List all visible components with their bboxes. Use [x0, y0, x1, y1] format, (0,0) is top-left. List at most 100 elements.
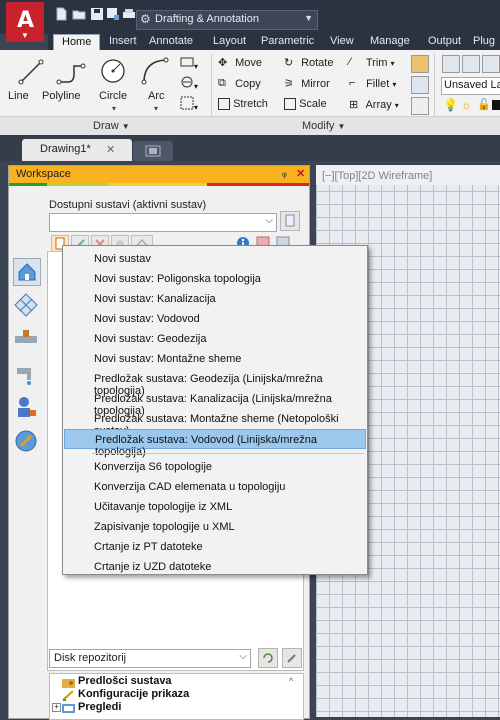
boundary-tool-button[interactable]: ▾ — [180, 96, 208, 114]
erase-icon[interactable] — [411, 55, 429, 73]
menu-item-convert-s6[interactable]: Konverzija S6 topologije — [64, 457, 366, 477]
rectangle-tool-button[interactable]: ▾ — [180, 55, 208, 73]
scroll-up-icon[interactable]: ^ — [289, 676, 293, 686]
close-icon[interactable]: ✕ — [296, 167, 305, 180]
copy-button[interactable]: ⧉ Copy — [218, 77, 261, 91]
menu-item-new-system-polygon[interactable]: Novi sustav: Poligonska topologija — [64, 269, 366, 289]
tab-parametric[interactable]: Parametric — [261, 34, 314, 50]
trim-button[interactable]: ⁄ Trim ▾ — [349, 56, 395, 70]
pipe-valve-icon[interactable] — [13, 326, 39, 352]
menu-item-load-xml[interactable]: Učitavanje topologije iz XML — [64, 497, 366, 517]
polyline-icon[interactable] — [56, 58, 86, 86]
draw-panel-title[interactable]: Draw ▼ — [93, 120, 130, 132]
plot-icon[interactable] — [122, 7, 136, 21]
user-worker-icon[interactable] — [13, 394, 39, 420]
boundary-icon — [180, 96, 194, 110]
fillet-button[interactable]: ⌐ Fillet ▾ — [349, 77, 396, 91]
rotate-button[interactable]: ↻ Rotate — [284, 56, 333, 70]
tab-insert[interactable]: Insert — [109, 34, 137, 50]
tab-layout[interactable]: Layout — [213, 34, 246, 50]
workspace-palette-header[interactable]: Workspace ᵩ ✕ — [9, 166, 309, 183]
arc-icon[interactable] — [140, 56, 170, 86]
polyline-tool-label[interactable]: Polyline — [42, 90, 81, 102]
tab-home[interactable]: Home — [53, 34, 101, 51]
scale-button[interactable]: Scale — [284, 98, 327, 111]
offset-icon[interactable] — [411, 97, 429, 115]
tab-plugins[interactable]: Plug — [473, 34, 495, 50]
arc-tool-label[interactable]: Arc — [148, 90, 165, 102]
tab-drawing1[interactable]: Drawing1* ✕ — [22, 139, 132, 161]
systems-action-button[interactable] — [280, 211, 300, 231]
house-icon[interactable] — [13, 258, 41, 286]
lightbulb-icon[interactable]: 💡 — [443, 98, 458, 112]
hatch-tool-button[interactable]: ▾ — [180, 75, 208, 93]
workspace-switcher[interactable]: ⚙ Drafting & Annotation ▼ — [136, 10, 318, 30]
network-grid-icon[interactable] — [13, 292, 39, 318]
expand-icon[interactable]: + — [52, 703, 61, 712]
chevron-down-icon[interactable]: ▾ — [154, 104, 158, 113]
menu-item-new-system-water[interactable]: Novi sustav: Vodovod — [64, 309, 366, 329]
lock-icon[interactable]: 🔓 — [477, 98, 491, 111]
repository-tree[interactable]: Predlošci sustava Konfiguracije prikaza … — [49, 673, 304, 720]
mirror-button[interactable]: ⚞ Mirror — [284, 77, 330, 91]
open-file-icon[interactable] — [72, 7, 86, 21]
stretch-button[interactable]: Stretch — [218, 98, 268, 111]
menu-item-template-water[interactable]: Predložak sustava: Vodovod (Linijska/mre… — [64, 429, 366, 458]
tree-item-views[interactable]: Pregledi — [78, 701, 121, 713]
save-icon[interactable] — [90, 7, 104, 21]
tree-item-templates[interactable]: Predlošci sustava — [78, 675, 172, 687]
menu-item-template-sewer[interactable]: Predložak sustava: Kanalizacija (Linijsk… — [64, 389, 366, 417]
document-icon — [285, 214, 295, 227]
menu-item-save-xml[interactable]: Zapisivanje topologije u XML — [64, 517, 366, 537]
tree-item-configurations[interactable]: Konfiguracije prikaza — [78, 688, 189, 700]
pin-icon[interactable]: ᵩ — [282, 167, 287, 179]
new-tab-button[interactable] — [133, 141, 173, 161]
repository-combo[interactable]: Disk repozitorij ⌵ — [49, 649, 251, 668]
chevron-down-icon[interactable]: ▾ — [112, 104, 116, 113]
layer-state-combo[interactable]: Unsaved Lay — [441, 77, 500, 95]
menu-item-new-system-geodesy[interactable]: Novi sustav: Geodezija — [64, 329, 366, 349]
move-label: Move — [235, 56, 262, 69]
move-button[interactable]: ✥ Move — [218, 56, 262, 70]
trim-label: Trim — [365, 56, 388, 69]
sun-icon[interactable]: ☼ — [461, 98, 472, 112]
circle-icon[interactable] — [98, 56, 128, 86]
refresh-repository-button[interactable] — [258, 648, 278, 668]
layer-color-swatch[interactable] — [492, 100, 500, 110]
menu-item-template-geodesy[interactable]: Predložak sustava: Geodezija (Linijska/m… — [64, 369, 366, 397]
chevron-down-icon: ⌵ — [239, 651, 247, 662]
layer-properties-icon[interactable] — [442, 55, 460, 73]
close-icon[interactable]: ✕ — [106, 143, 115, 156]
new-file-icon[interactable] — [54, 7, 68, 21]
application-menu-button[interactable]: A ▼ — [6, 2, 44, 42]
tab-view[interactable]: View — [330, 34, 354, 50]
circle-tool-label[interactable]: Circle — [99, 90, 127, 102]
layer-tool-icon[interactable] — [482, 55, 500, 73]
water-tap-icon[interactable] — [13, 360, 39, 386]
menu-item-new-system-sewer[interactable]: Novi sustav: Kanalizacija — [64, 289, 366, 309]
tab-manage[interactable]: Manage — [370, 34, 410, 50]
repository-tools-button[interactable] — [282, 648, 302, 668]
explode-icon[interactable] — [411, 76, 429, 94]
layer-state-icon[interactable] — [462, 55, 480, 73]
chevron-down-icon: ▾ — [390, 58, 395, 68]
tab-annotate[interactable]: Annotate — [149, 34, 193, 50]
globe-tools-icon[interactable] — [13, 428, 39, 454]
menu-item-new-system-assembly[interactable]: Novi sustav: Montažne sheme — [64, 349, 366, 369]
menu-item-draw-uzd[interactable]: Crtanje iz UZD datoteke — [64, 557, 366, 577]
menu-item-template-assembly[interactable]: Predložak sustava: Montažne sheme (Netop… — [64, 409, 366, 437]
chevron-down-icon: ▾ — [392, 79, 397, 89]
line-icon[interactable] — [18, 58, 44, 86]
refresh-icon — [263, 653, 273, 663]
menu-item-new-system[interactable]: Novi sustav — [64, 249, 366, 269]
viewport-controls-label[interactable]: [−][Top][2D Wireframe] — [322, 170, 432, 182]
save-as-icon[interactable] — [106, 7, 120, 21]
chevron-down-icon: ▼ — [21, 31, 29, 40]
line-tool-label[interactable]: Line — [8, 90, 29, 102]
systems-combo[interactable]: ⌵ — [49, 213, 277, 232]
menu-item-draw-pt[interactable]: Crtanje iz PT datoteke — [64, 537, 366, 557]
menu-item-convert-cad[interactable]: Konverzija CAD elemenata u topologiju — [64, 477, 366, 497]
array-button[interactable]: ⊞ Array ▾ — [349, 98, 399, 112]
tab-output[interactable]: Output — [428, 34, 461, 50]
modify-panel-title[interactable]: Modify ▼ — [302, 120, 345, 132]
